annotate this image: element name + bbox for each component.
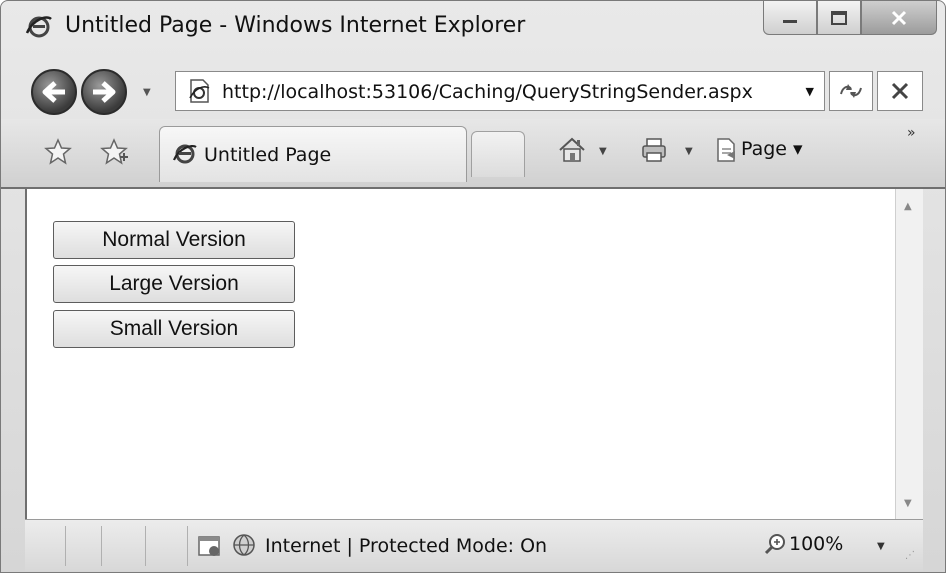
status-separator	[65, 526, 66, 566]
maximize-icon	[831, 10, 847, 25]
title-bar: Untitled Page - Windows Internet Explore…	[1, 1, 945, 57]
back-button[interactable]	[31, 69, 77, 115]
normal-version-button[interactable]: Normal Version	[53, 221, 295, 259]
caption-buttons	[763, 1, 937, 39]
small-version-button[interactable]: Small Version	[53, 310, 295, 348]
scroll-down-arrow-icon[interactable]: ▼	[904, 498, 912, 509]
page-icon[interactable]	[713, 137, 739, 163]
stop-icon	[891, 82, 909, 100]
refresh-icon	[840, 84, 862, 98]
address-dropdown-icon[interactable]: ▼	[806, 85, 814, 98]
status-bar: Internet | Protected Mode: On 100% ▼ ⋰	[25, 519, 923, 571]
recent-pages-dropdown[interactable]: ▼	[143, 87, 151, 98]
zoom-dropdown-icon[interactable]: ▼	[877, 541, 885, 552]
refresh-button[interactable]	[829, 71, 873, 111]
minimize-button[interactable]	[763, 1, 817, 35]
status-separator	[187, 526, 188, 566]
scroll-up-arrow-icon[interactable]: ▲	[904, 201, 912, 212]
window-title: Untitled Page - Windows Internet Explore…	[65, 13, 526, 38]
home-dropdown[interactable]: ▼	[599, 146, 607, 157]
print-dropdown[interactable]: ▼	[685, 146, 693, 157]
ie-logo-icon	[25, 16, 52, 38]
navigation-bar: ▼ http://localhost:53106/Caching/QuerySt…	[1, 57, 945, 119]
home-icon[interactable]	[557, 135, 587, 165]
add-favorites-icon[interactable]	[99, 137, 129, 167]
new-tab-button[interactable]	[471, 131, 525, 177]
close-button[interactable]	[861, 1, 937, 35]
resize-grip-icon[interactable]: ⋰	[905, 550, 915, 561]
zoom-icon[interactable]	[763, 532, 787, 556]
status-separator	[101, 526, 102, 566]
globe-icon	[233, 534, 255, 556]
tab-bar: Untitled Page ▼ ▼ Page ▾ »	[1, 119, 945, 189]
zoom-level[interactable]: 100%	[789, 533, 843, 555]
security-zone-text[interactable]: Internet | Protected Mode: On	[265, 535, 547, 557]
forward-arrow-icon	[93, 81, 116, 103]
stop-button[interactable]	[877, 71, 923, 111]
page-menu[interactable]: Page ▾	[741, 138, 803, 160]
maximize-button[interactable]	[817, 1, 861, 35]
address-bar[interactable]: http://localhost:53106/Caching/QueryStri…	[175, 71, 825, 111]
back-arrow-icon	[42, 81, 65, 103]
vertical-scrollbar[interactable]: ▲ ▼	[895, 189, 923, 519]
tab-untitled-page[interactable]: Untitled Page	[159, 126, 467, 182]
large-version-button[interactable]: Large Version	[53, 265, 295, 303]
favorites-star-icon[interactable]	[43, 137, 73, 167]
tab-label: Untitled Page	[204, 144, 332, 166]
toolbar-overflow-chevron-icon[interactable]: »	[907, 125, 916, 141]
page-content: Normal Version Large Version Small Versi…	[25, 189, 895, 519]
address-url[interactable]: http://localhost:53106/Caching/QueryStri…	[222, 81, 753, 103]
forward-button[interactable]	[81, 69, 127, 115]
browser-window: Untitled Page - Windows Internet Explore…	[0, 0, 946, 573]
print-icon[interactable]	[639, 135, 669, 165]
minimize-icon	[783, 19, 797, 23]
status-separator	[145, 526, 146, 566]
ie-tab-icon	[172, 144, 197, 164]
close-icon	[891, 10, 907, 25]
security-report-icon[interactable]	[197, 534, 223, 558]
ie-page-icon	[189, 79, 210, 103]
